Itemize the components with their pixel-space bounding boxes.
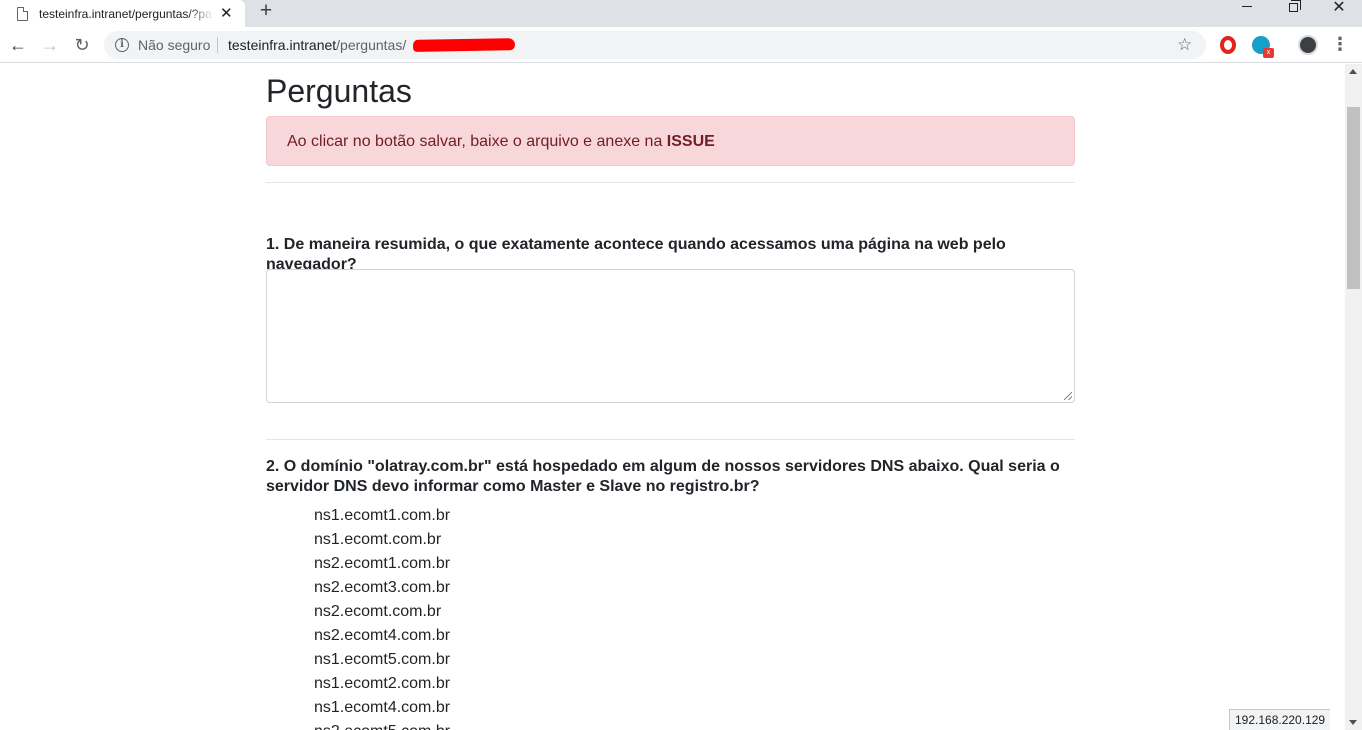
restore-button[interactable] [1270,0,1316,20]
page-icon [17,6,28,21]
dns-option[interactable]: ns2.ecomt3.com.br [314,576,450,600]
browser-menu-icon[interactable]: ⋮ [1331,34,1349,56]
dns-option[interactable]: ns2.ecomt1.com.br [314,552,450,576]
question-1-answer-textarea[interactable] [266,269,1075,403]
dns-option[interactable]: ns2.ecomt5.com.br [314,720,450,730]
dns-option[interactable]: ns1.ecomt.com.br [314,528,450,552]
status-bubble: 192.168.220.129 [1229,709,1331,730]
dns-option[interactable]: ns1.ecomt2.com.br [314,672,450,696]
url-host: testeinfra.intranet [228,37,337,53]
extension-badge: x [1263,48,1274,58]
page-title: Perguntas [266,73,412,109]
redaction-mark [412,38,516,52]
info-icon[interactable]: i [115,38,129,52]
dns-option[interactable]: ns1.ecomt5.com.br [314,648,450,672]
dns-option[interactable]: ns1.ecomt4.com.br [314,696,450,720]
back-arrow-icon[interactable]: ← [7,34,29,56]
forward-arrow-icon[interactable]: → [39,34,61,56]
reload-icon[interactable]: ↻ [71,34,93,56]
browser-tab[interactable]: testeinfra.intranet/perguntas/?pa ✕ [0,0,245,27]
scroll-down-icon[interactable] [1349,720,1357,725]
question-2-options: ns1.ecomt1.com.br ns1.ecomt.com.br ns2.e… [314,504,450,730]
alert-emphasis: ISSUE [666,133,715,150]
minimize-icon [1242,6,1252,8]
bookmark-star-icon[interactable]: ☆ [1177,35,1192,55]
dns-option[interactable]: ns2.ecomt.com.br [314,600,450,624]
dns-option[interactable]: ns1.ecomt1.com.br [314,504,450,528]
page-viewport: Perguntas Ao clicar no botão salvar, bai… [0,64,1345,730]
minimize-button[interactable] [1224,0,1270,20]
new-tab-button[interactable]: + [256,0,276,22]
security-label[interactable]: Não seguro [138,37,210,53]
address-divider [217,37,218,53]
url-text[interactable]: testeinfra.intranet/perguntas/ [228,37,406,53]
vertical-scrollbar[interactable] [1345,64,1362,730]
restore-icon [1288,0,1301,12]
dns-option[interactable]: ns2.ecomt4.com.br [314,624,450,648]
window-close-button[interactable]: ✕ [1316,0,1362,20]
url-path: /perguntas/ [336,37,407,53]
alert-text: Ao clicar no botão salvar, baixe o arqui… [287,133,667,150]
alert-banner: Ao clicar no botão salvar, baixe o arqui… [266,116,1075,166]
tab-strip: testeinfra.intranet/perguntas/?pa ✕ + ✕ [0,0,1362,27]
question-2-label: 2. O domínio "olatray.com.br" está hospe… [266,458,1060,495]
tab-title: testeinfra.intranet/perguntas/?pa [39,6,212,21]
scroll-up-icon[interactable] [1349,69,1357,74]
browser-toolbar: ← → ↻ i Não seguro testeinfra.intranet/p… [0,27,1362,63]
scroll-thumb[interactable] [1347,107,1360,289]
opera-extension-icon[interactable] [1220,36,1236,54]
profile-avatar[interactable] [1298,35,1318,55]
address-bar[interactable]: i Não seguro testeinfra.intranet/pergunt… [104,31,1206,59]
divider [266,439,1075,440]
resize-handle-icon[interactable] [1064,392,1072,400]
divider [266,182,1075,183]
tab-close-icon[interactable]: ✕ [220,6,233,21]
